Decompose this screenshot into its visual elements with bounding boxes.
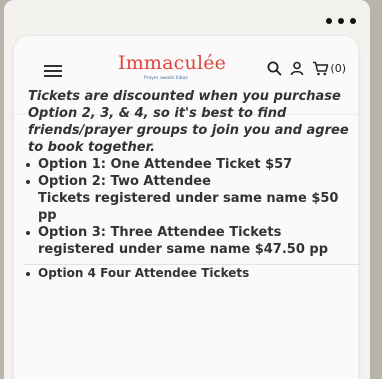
ticket-options-list-last: Option 4 Four Attendee Tickets — [24, 265, 360, 282]
list-item: Option 4 Four Attendee Tickets — [24, 265, 360, 282]
ticket-options-list-continued: Option 3: Three Attendee Tickets registe… — [24, 224, 360, 258]
option-3-text: Option 3: Three Attendee Tickets registe… — [38, 225, 329, 257]
ticket-options-list: Option 1: One Attendee Ticket $57 Option… — [24, 156, 360, 190]
search-icon[interactable] — [267, 61, 282, 76]
cart-count: (0) — [330, 62, 346, 75]
option-2-text: Option 2: Two Attendee — [38, 174, 211, 189]
header-actions: (0) — [267, 61, 346, 76]
list-item: Option 1: One Attendee Ticket $57 — [24, 156, 360, 173]
discount-intro: Tickets are discounted when you purchase… — [28, 89, 349, 155]
option-1-text: Option 1: One Attendee Ticket $57 — [38, 157, 293, 172]
option-4-text: Option 4 Four Attendee Tickets — [38, 266, 250, 280]
logo-text: Immaculée — [118, 52, 227, 74]
more-options-icon[interactable] — [326, 18, 356, 24]
account-icon[interactable] — [290, 61, 304, 76]
phone-screen: Immaculée Prayer awaits Ilibaz (0) Ticke… — [4, 0, 370, 379]
option-2-detail: Tickets registered under same name $50 p… — [38, 191, 339, 223]
ticket-info: Tickets are discounted when you purchase… — [24, 84, 360, 282]
list-item: Option 2: Two Attendee — [24, 173, 360, 190]
cart-button[interactable]: (0) — [312, 61, 346, 76]
logo-tagline: Prayer awaits Ilibaz — [144, 76, 188, 81]
cart-icon — [313, 61, 329, 76]
browser-top-bar — [4, 0, 370, 40]
hamburger-menu-icon[interactable] — [44, 65, 62, 77]
site-logo[interactable]: Immaculée Prayer awaits Ilibaz — [118, 52, 230, 88]
list-item: Option 3: Three Attendee Tickets registe… — [24, 224, 360, 258]
